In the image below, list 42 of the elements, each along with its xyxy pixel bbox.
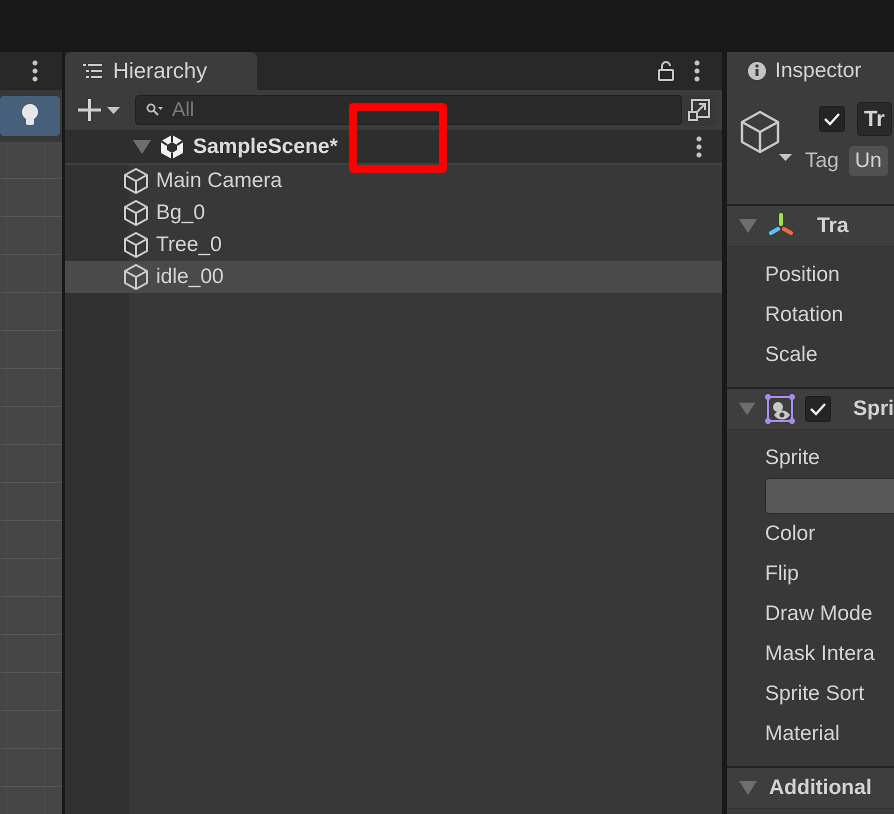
more-options-icon[interactable]	[32, 60, 38, 82]
hierarchy-item[interactable]: Bg_0	[65, 197, 722, 229]
lighting-toggle[interactable]	[0, 96, 60, 136]
scene-name[interactable]: SampleScene*	[193, 134, 338, 158]
more-options-icon[interactable]	[696, 136, 702, 158]
property-label: Draw Mode	[765, 601, 874, 627]
cube-icon	[122, 167, 150, 195]
hierarchy-item[interactable]: idle_00	[65, 261, 722, 293]
sprite-renderer-icon	[765, 394, 796, 424]
property-label: Mask Intera	[765, 641, 876, 667]
property-label: Color	[765, 521, 816, 547]
checkmark-icon	[809, 402, 828, 416]
cube-icon	[122, 199, 150, 227]
tag-dropdown[interactable]: Un	[848, 146, 888, 176]
property-label: Sprite	[765, 445, 821, 471]
property-label: Sprite Sort	[765, 681, 866, 707]
expand-triangle-icon[interactable]	[133, 140, 151, 154]
sprite-object-field[interactable]	[765, 478, 894, 514]
add-dropdown-button[interactable]	[77, 98, 121, 122]
search-icon[interactable]	[146, 103, 164, 117]
hierarchy-item[interactable]: Main Camera	[65, 165, 722, 197]
property-label: Material	[765, 721, 841, 747]
cube-icon	[122, 263, 150, 291]
property-label: Rotation	[765, 302, 844, 328]
checkmark-icon	[823, 112, 841, 126]
active-checkbox[interactable]	[819, 106, 845, 132]
enabled-checkbox[interactable]	[805, 396, 832, 422]
property-label: Scale	[765, 342, 819, 368]
expand-window-button[interactable]	[682, 94, 716, 126]
name-field[interactable]: Tr	[857, 102, 892, 136]
search-bar[interactable]: All	[135, 95, 682, 125]
tag-label: Tag	[805, 149, 839, 173]
cube-icon	[122, 231, 150, 259]
unity-logo-icon	[159, 134, 185, 160]
info-icon	[747, 61, 767, 81]
property-label: Position	[765, 262, 841, 288]
lock-icon[interactable]	[658, 61, 674, 81]
hierarchy-item[interactable]: Tree_0	[65, 229, 722, 261]
property-label: Flip	[765, 561, 800, 587]
hierarchy-tab[interactable]: Hierarchy	[65, 52, 257, 90]
list-icon	[83, 63, 103, 79]
more-options-icon[interactable]	[694, 60, 700, 82]
